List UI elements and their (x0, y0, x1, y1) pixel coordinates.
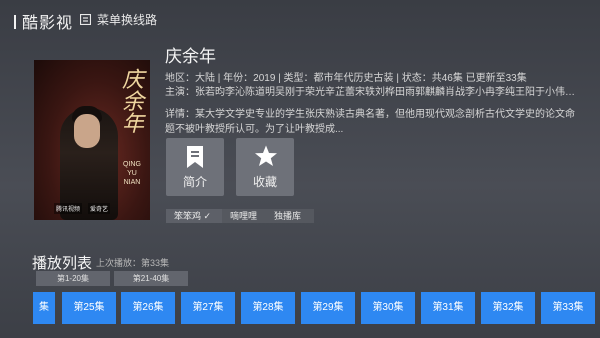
episode-button[interactable]: 第31集 (421, 292, 475, 324)
favorite-button[interactable]: 收藏 (236, 138, 294, 196)
episode-button[interactable]: 第29集 (301, 292, 355, 324)
episode-button[interactable]: 第30集 (361, 292, 415, 324)
episode-button[interactable]: 第26集 (121, 292, 175, 324)
source-tab[interactable]: 独播库 (266, 209, 314, 223)
episode-button[interactable]: 第27集 (181, 292, 235, 324)
playlist-title: 播放列表 (32, 255, 93, 272)
poster-image: 庆余年 QING YU NIAN 腾讯视频 爱奇艺 (34, 60, 150, 220)
episode-button[interactable]: 第33集 (541, 292, 595, 324)
switch-line-button[interactable]: 菜单换线路 (80, 11, 157, 28)
intro-label: 简介 (182, 175, 207, 189)
poster-calligraphy: 庆余年 (122, 68, 145, 137)
episode-button[interactable]: 第25集 (62, 292, 116, 324)
bookmark-icon (187, 146, 203, 168)
favorite-label: 收藏 (252, 175, 277, 189)
switch-line-label: 菜单换线路 (97, 13, 158, 27)
app-title: 酷影视 (14, 9, 73, 33)
poster-english-title: QING YU NIAN (123, 161, 141, 186)
app-title-text: 酷影视 (22, 15, 74, 32)
source-tab[interactable]: 嘀哩哩 (222, 209, 266, 223)
episode-button[interactable]: 第32集 (481, 292, 535, 324)
episode-range-tab[interactable]: 第21-40集 (114, 271, 188, 286)
title-bar-mark (14, 15, 16, 29)
star-icon (255, 145, 277, 166)
poster-logo: 腾讯视频 (54, 203, 83, 214)
menu-list-icon (80, 14, 91, 25)
episode-range-tab[interactable]: 第1-20集 (36, 271, 110, 286)
episode-button[interactable]: 集 (33, 292, 55, 324)
intro-button[interactable]: 简介 (166, 138, 224, 196)
show-title: 庆余年 (165, 47, 216, 66)
show-meta: 地区：大陆 | 年份：2019 | 类型：都市年代历史古装 | 状态：共46集 … (165, 73, 527, 84)
poster-logos: 腾讯视频 爱奇艺 (54, 203, 111, 214)
source-tab[interactable]: 笨笨鸡 ✓ (166, 209, 222, 223)
poster-face (74, 114, 100, 148)
show-cast: 主演：张若昀李沁陈道明吴刚于荣光辛芷蕾宋轶刘桦田雨郭麒麟肖战李小冉李纯王阳于小伟… (165, 87, 575, 98)
episode-button[interactable]: 第28集 (241, 292, 295, 324)
last-played: 上次播放：第33集 (96, 258, 170, 268)
top-bar: 酷影视 菜单换线路 (0, 0, 600, 40)
show-description: 详情：某大学文学史专业的学生张庆熟读古典名著，但他用现代观念剖析古代文学史的论文… (165, 109, 575, 135)
poster-logo: 爱奇艺 (88, 203, 111, 214)
